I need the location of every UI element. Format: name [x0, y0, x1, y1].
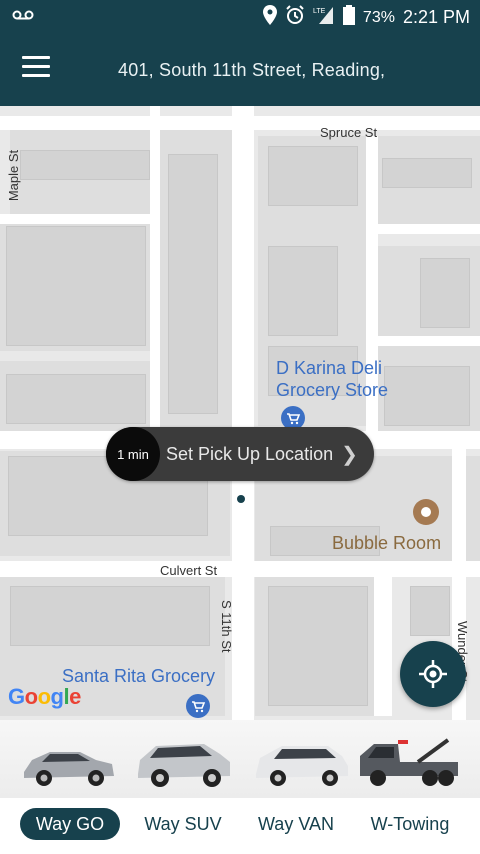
crosshair-icon [419, 660, 447, 688]
service-tabs: Way GO Way SUV Way VAN W-Towing [0, 798, 480, 854]
google-logo: Google [8, 684, 81, 709]
voicemail-icon [12, 8, 34, 26]
app-bar: 401, South 11th Street, Reading, [0, 34, 480, 106]
minivan-car-image[interactable] [252, 732, 352, 792]
my-location-button[interactable] [400, 641, 466, 707]
pickup-address[interactable]: 401, South 11th Street, Reading, [118, 60, 385, 81]
location-icon [262, 5, 277, 30]
sedan-car-image[interactable] [18, 732, 118, 792]
pickup-pin [237, 495, 245, 503]
poi-deli-line1[interactable]: D Karina Deli [276, 358, 382, 379]
chevron-right-icon: ❯ [341, 443, 358, 466]
set-pickup-location-button[interactable]: 1 min Set Pick Up Location ❯ [106, 427, 374, 481]
alarm-icon [285, 5, 305, 30]
suv-car-image[interactable] [134, 732, 234, 792]
poi-deli-line2[interactable]: Grocery Store [276, 380, 388, 401]
poi-santa-rita[interactable]: Santa Rita Grocery [62, 666, 215, 687]
tab-way-suv[interactable]: Way SUV [136, 808, 230, 840]
tow-truck-image[interactable] [358, 732, 458, 792]
vehicle-selector [0, 720, 480, 798]
map-view[interactable]: Spruce St Maple St Culvert St S 11th St … [0, 106, 480, 720]
street-label-s11th: S 11th St [219, 600, 234, 653]
clock: 2:21 PM [402, 7, 470, 27]
poi-bubble-room[interactable]: Bubble Room [332, 533, 441, 554]
signal-icon: LTE [313, 5, 335, 30]
battery-icon [342, 5, 355, 30]
tab-way-go[interactable]: Way GO [20, 808, 120, 840]
status-bar: LTE 73% 2:21 PM [0, 0, 480, 34]
svg-text:LTE: LTE [313, 8, 326, 15]
hamburger-menu-icon[interactable] [22, 56, 50, 84]
street-label-maple: Maple St [6, 149, 22, 202]
battery-percent: 73% [362, 8, 395, 26]
food-icon[interactable] [412, 498, 440, 531]
tab-way-van[interactable]: Way VAN [248, 808, 344, 840]
eta-badge: 1 min [106, 427, 160, 481]
shopping-cart-icon[interactable] [186, 694, 210, 720]
tab-w-towing[interactable]: W-Towing [362, 808, 458, 840]
street-label-culvert: Culvert St [160, 563, 218, 578]
set-pickup-label: Set Pick Up Location [166, 443, 334, 464]
street-label-spruce: Spruce St [320, 125, 378, 140]
